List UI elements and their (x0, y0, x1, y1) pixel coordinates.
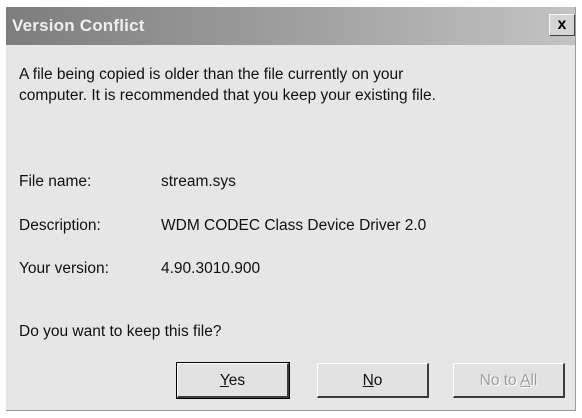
window-title: Version Conflict (12, 16, 145, 35)
yes-label-rest: es (228, 371, 246, 389)
yes-accelerator: Y (219, 371, 229, 389)
no-to-all-accelerator: A (520, 371, 531, 389)
your-version-value: 4.90.3010.900 (161, 260, 261, 277)
no-to-all-label-rest: ll (530, 371, 538, 389)
message-line-2: computer. It is recommended that you kee… (19, 87, 436, 104)
close-button[interactable]: x (549, 14, 575, 36)
no-to-all-prefix: No to (479, 371, 521, 389)
message-line-1: A file being copied is older than the fi… (19, 66, 404, 83)
file-name-label: File name: (19, 173, 92, 190)
no-accelerator: N (362, 371, 374, 389)
no-button[interactable]: No (317, 363, 429, 398)
no-label-rest: o (373, 371, 383, 389)
version-conflict-dialog: Version Conflict x A file being copied i… (6, 7, 576, 411)
description-label: Description: (19, 217, 101, 234)
description-value: WDM CODEC Class Device Driver 2.0 (161, 217, 427, 234)
no-to-all-button[interactable]: No to All (453, 363, 565, 398)
keep-file-question: Do you want to keep this file? (19, 323, 222, 340)
yes-button[interactable]: Yes (176, 362, 290, 399)
close-icon: x (557, 16, 567, 33)
conflict-message: A file being copied is older than the fi… (19, 64, 564, 106)
file-name-value: stream.sys (161, 173, 236, 190)
title-bar[interactable]: Version Conflict x (6, 7, 575, 45)
your-version-label: Your version: (19, 260, 109, 277)
